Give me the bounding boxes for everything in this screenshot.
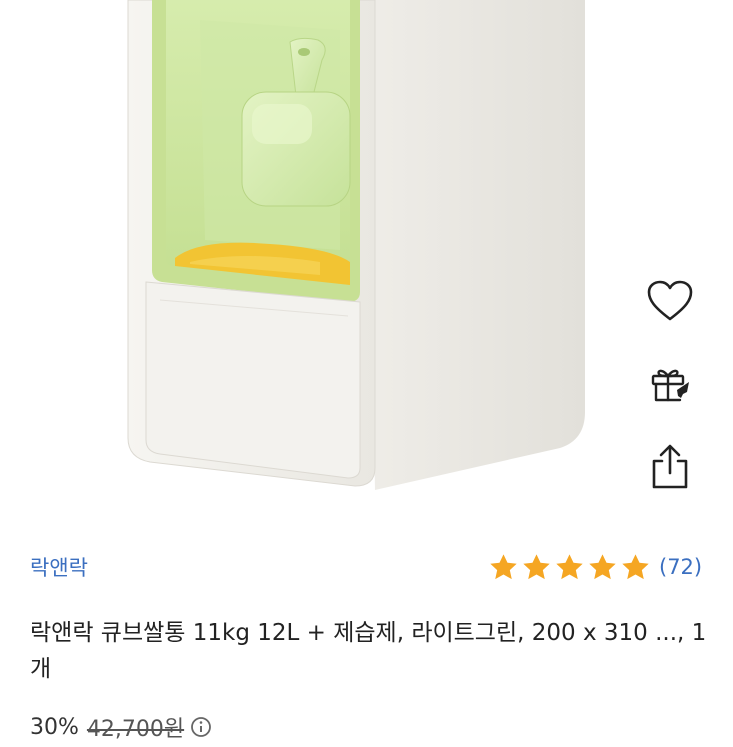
rating-stars bbox=[488, 552, 651, 583]
heart-icon bbox=[647, 280, 693, 321]
gift-icon bbox=[651, 369, 689, 402]
star-icon bbox=[622, 553, 649, 579]
star-icon bbox=[556, 553, 583, 579]
share-icon bbox=[652, 444, 688, 489]
wishlist-button[interactable] bbox=[630, 270, 710, 332]
discount-rate: 30% bbox=[30, 714, 79, 740]
price-row: 30% 42,700원 bbox=[30, 707, 212, 747]
star-icon bbox=[523, 553, 550, 579]
rice-dispenser-illustration bbox=[127, 0, 585, 490]
product-title: 락앤락 큐브쌀통 11kg 12L + 제습제, 라이트그린, 200 x 31… bbox=[30, 620, 707, 682]
original-price: 42,700원 bbox=[86, 717, 185, 742]
review-count[interactable]: (72) bbox=[659, 555, 702, 579]
share-button[interactable] bbox=[630, 436, 710, 498]
star-icon bbox=[490, 553, 517, 579]
info-icon[interactable] bbox=[190, 716, 212, 738]
side-actions bbox=[630, 270, 710, 500]
brand-link[interactable]: 락앤락 bbox=[30, 552, 88, 582]
rating[interactable]: (72) bbox=[488, 550, 702, 584]
star-icon bbox=[589, 553, 616, 579]
gift-button[interactable] bbox=[630, 352, 710, 414]
product-image bbox=[0, 0, 733, 525]
